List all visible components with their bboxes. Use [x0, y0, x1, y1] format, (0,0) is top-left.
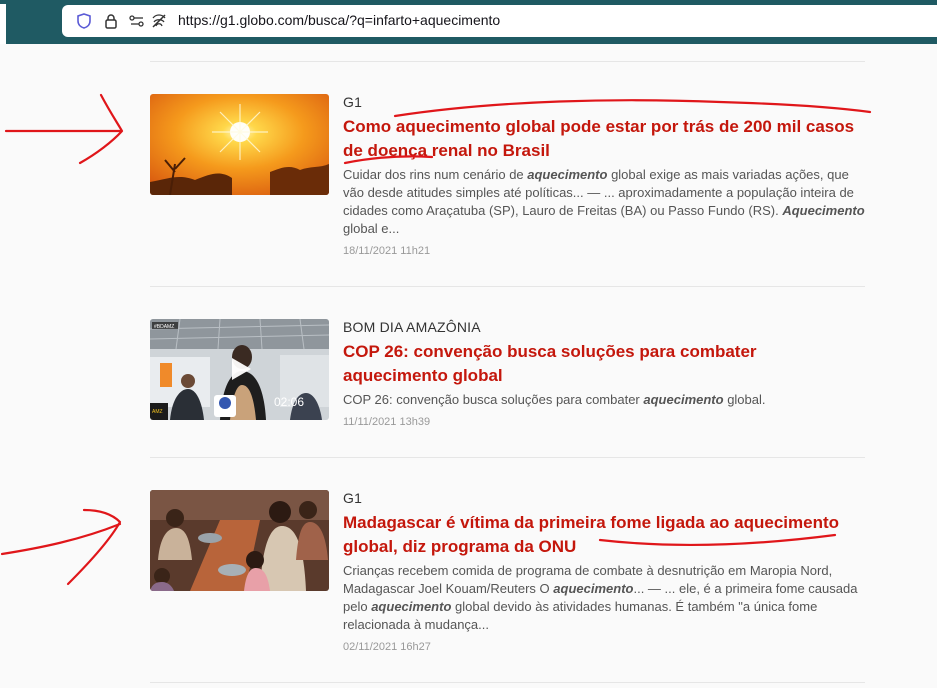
- lock-icon[interactable]: [102, 12, 120, 30]
- highlighted-term: Aquecimento: [782, 203, 865, 218]
- address-bar[interactable]: https://g1.globo.com/busca/?q=infarto+aq…: [62, 5, 937, 37]
- snippet-text: global.: [723, 392, 766, 407]
- video-duration: 02:06: [274, 395, 305, 409]
- snippet-text: global e...: [343, 221, 400, 236]
- result-date: 02/11/2021 16h27: [343, 641, 431, 653]
- highlighted-term: aquecimento: [553, 581, 634, 596]
- play-icon[interactable]: [226, 355, 254, 383]
- divider: [150, 61, 865, 62]
- result-text: BOM DIA AMAZÔNIA COP 26: convenção busca…: [343, 319, 865, 429]
- result-thumbnail-children[interactable]: [150, 490, 329, 591]
- result-snippet: Crianças recebem comida de programa de c…: [343, 562, 865, 634]
- result-text: G1 Como aquecimento global pode estar po…: [343, 94, 865, 258]
- result-section[interactable]: BOM DIA AMAZÔNIA: [343, 319, 865, 336]
- shield-icon[interactable]: [75, 12, 93, 30]
- browser-toolbar: https://g1.globo.com/busca/?q=infarto+aq…: [6, 0, 937, 44]
- result-snippet: COP 26: convenção busca soluções para co…: [343, 391, 865, 409]
- snippet-text: Cuidar dos rins num cenário de: [343, 167, 528, 182]
- tracking-blocked-icon[interactable]: [150, 12, 168, 30]
- highlighted-term: aquecimento: [527, 167, 608, 182]
- result-thumbnail-video[interactable]: #BDAMZ AMZ 02:06: [150, 319, 329, 420]
- highlighted-term: aquecimento: [643, 392, 724, 407]
- divider: [150, 457, 865, 458]
- divider: [150, 682, 865, 683]
- video-mic-label: AMZ: [152, 409, 163, 415]
- result-title-link[interactable]: Como aquecimento global pode estar por t…: [343, 115, 865, 163]
- permissions-icon[interactable]: [128, 12, 146, 30]
- result-thumbnail-sun[interactable]: [150, 94, 329, 195]
- search-results-page: G1 Como aquecimento global pode estar po…: [0, 44, 937, 688]
- divider: [150, 286, 865, 287]
- result-snippet: Cuidar dos rins num cenário de aquecimen…: [343, 166, 865, 238]
- result-text: G1 Madagascar é vítima da primeira fome …: [343, 490, 865, 654]
- children-eating-image: [150, 490, 329, 591]
- result-title-link[interactable]: Madagascar é vítima da primeira fome lig…: [343, 511, 865, 559]
- result-section[interactable]: G1: [343, 490, 865, 507]
- video-tag: #BDAMZ: [154, 324, 174, 330]
- sun-image: [150, 94, 329, 195]
- result-date: 11/11/2021 13h39: [343, 416, 431, 428]
- result-section[interactable]: G1: [343, 94, 865, 111]
- snippet-text: COP 26: convenção busca soluções para co…: [343, 392, 644, 407]
- highlighted-term: aquecimento: [371, 599, 452, 614]
- result-title-link[interactable]: COP 26: convenção busca soluções para co…: [343, 340, 865, 388]
- result-date: 18/11/2021 11h21: [343, 245, 431, 257]
- url-text[interactable]: https://g1.globo.com/busca/?q=infarto+aq…: [178, 12, 500, 28]
